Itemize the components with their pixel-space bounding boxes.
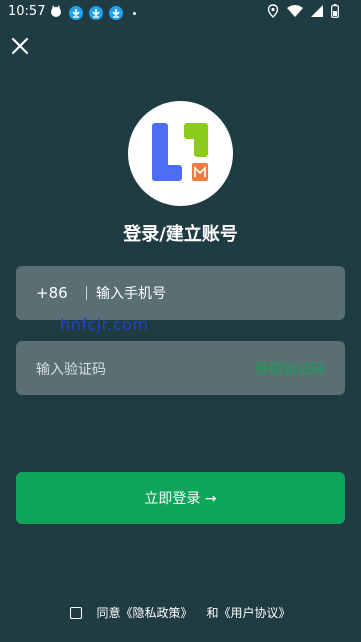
battery-icon xyxy=(331,4,339,22)
agree-label: 同意《隐私政策》 xyxy=(96,604,192,621)
status-left-icons xyxy=(49,4,136,22)
agreement-checkbox[interactable] xyxy=(70,606,83,619)
get-code-button[interactable]: 获取验证码 xyxy=(255,359,325,379)
code-input[interactable]: 输入验证码 xyxy=(36,359,106,379)
and-word: 和 xyxy=(206,606,219,620)
user-agreement-link[interactable]: 《用户协议》 xyxy=(219,604,291,621)
location-icon xyxy=(267,4,279,22)
status-right-icons xyxy=(267,4,339,22)
dot-icon xyxy=(133,11,136,15)
cat-icon xyxy=(49,4,63,22)
phone-input[interactable]: 输入手机号 xyxy=(96,283,166,303)
app-logo xyxy=(128,101,233,206)
logo-mark xyxy=(152,123,208,181)
close-button[interactable] xyxy=(8,36,32,60)
close-icon xyxy=(10,36,30,60)
download-icon xyxy=(69,6,83,20)
agreement-row: 同意《隐私政策》 和《用户协议》 xyxy=(0,604,361,621)
login-button[interactable]: 立即登录 → xyxy=(16,472,345,524)
country-code[interactable]: +86 xyxy=(36,284,68,302)
privacy-policy-link[interactable]: 《隐私政策》 xyxy=(120,606,192,620)
agree-word: 同意 xyxy=(96,606,121,620)
phone-field[interactable]: +86 输入手机号 xyxy=(16,266,345,320)
wifi-icon xyxy=(287,5,303,21)
signal-icon xyxy=(311,5,323,21)
download-icon xyxy=(109,6,123,20)
status-bar: 10:57 xyxy=(0,0,361,24)
divider xyxy=(86,286,87,300)
watermark: hnfcjr.com xyxy=(60,315,149,334)
download-icon xyxy=(89,6,103,20)
code-field[interactable]: 输入验证码 获取验证码 xyxy=(16,341,345,395)
page-title: 登录/建立账号 xyxy=(123,224,238,245)
status-time: 10:57 xyxy=(8,4,46,19)
